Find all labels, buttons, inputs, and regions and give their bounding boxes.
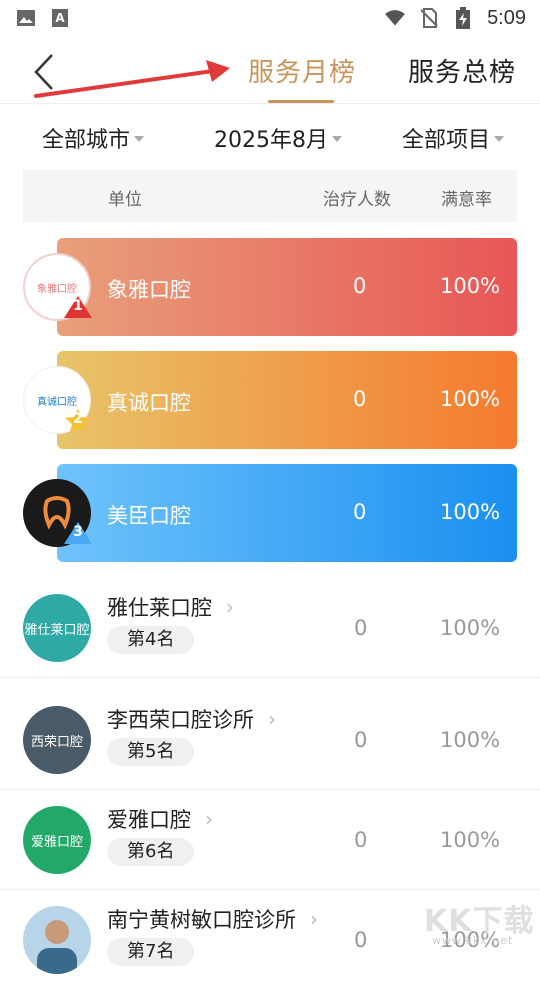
chevron-right-icon: › (205, 807, 213, 831)
clinic-name: 真诚口腔 (107, 391, 191, 415)
wifi-icon (385, 8, 406, 28)
clinic-name-wrap: 李西荣口腔诊所 › (107, 704, 276, 734)
column-header-unit: 单位 (108, 190, 142, 210)
rank-pill: 第4名 (107, 626, 195, 654)
tab-total-ranking[interactable]: 服务总榜 (408, 52, 516, 89)
filter-bar: 全部城市 2025年8月 全部项目 (0, 112, 540, 162)
no-sim-icon (419, 8, 439, 28)
clinic-avatar: 爱雅口腔 (23, 806, 91, 874)
satisfaction-rate: 100% (440, 728, 501, 752)
column-header-rate: 满意率 (441, 190, 492, 210)
treatment-count: 0 (354, 616, 368, 640)
rank-badge: 3 (63, 521, 93, 545)
rank-number: 3 (73, 524, 83, 540)
annotation-arrow-icon (34, 60, 230, 98)
avatar: 雅仕莱口腔 (23, 594, 91, 662)
avatar: 爱雅口腔 (23, 806, 91, 874)
satisfaction-rate: 100% (440, 828, 501, 852)
rank-number: 2 (73, 411, 83, 427)
list-item[interactable]: 爱雅口腔 爱雅口腔 › 第6名 0 100% (0, 790, 540, 890)
clinic-name: 象雅口腔 (107, 278, 191, 302)
avatar-text: 雅仕莱口腔 (24, 622, 90, 638)
treatment-count: 0 (354, 728, 368, 752)
clinic-name: 美臣口腔 (107, 504, 191, 528)
clinic-name-wrap: 爱雅口腔 › (107, 804, 213, 834)
satisfaction-rate: 100% (440, 616, 501, 640)
satisfaction-rate: 100% (440, 274, 501, 298)
avatar-text: 西荣口腔 (30, 734, 83, 750)
treatment-count: 0 (354, 828, 368, 852)
clinic-avatar: 西荣口腔 (23, 706, 91, 774)
city-filter-label: 全部城市 (42, 128, 131, 153)
clinic-name: 李西荣口腔诊所 (107, 708, 254, 732)
project-filter-label: 全部项目 (402, 128, 491, 153)
avatar-text: 真诚口腔 (37, 396, 77, 408)
clinic-name: 爱雅口腔 (107, 808, 191, 832)
avatar-text: 象雅口腔 (37, 283, 77, 295)
table-header: 单位 治疗人数 满意率 (23, 170, 517, 222)
caret-down-icon (134, 136, 145, 142)
a-keyboard-icon: A (50, 8, 70, 28)
clinic-name-wrap: 雅仕莱口腔 › (107, 592, 234, 622)
clinic-name-wrap: 南宁黄树敏口腔诊所 › (107, 904, 318, 934)
month-filter-label: 2025年8月 (214, 128, 328, 153)
person-photo-icon (37, 920, 77, 974)
watermark: KK下载 www.kkx.net (424, 896, 535, 947)
chevron-right-icon: › (268, 707, 276, 731)
caret-down-icon (332, 136, 342, 142)
satisfaction-rate: 100% (440, 387, 501, 411)
avatar: 西荣口腔 (23, 706, 91, 774)
treatment-count: 0 (353, 274, 367, 298)
rank-pill: 第6名 (107, 838, 195, 866)
clinic-avatar: 雅仕莱口腔 (23, 594, 91, 662)
rank-badge: 1 (63, 295, 93, 319)
list-item[interactable]: 雅仕莱口腔 雅仕莱口腔 › 第4名 0 100% (0, 578, 540, 678)
tab-monthly-ranking[interactable]: 服务月榜 (248, 52, 356, 89)
status-bar: A 5:09 (0, 0, 540, 36)
clinic-avatar (23, 906, 91, 974)
city-filter-dropdown[interactable]: 全部城市 (42, 122, 145, 154)
avatar-text: 爱雅口腔 (30, 834, 83, 850)
treatment-count: 0 (353, 387, 367, 411)
rank-pill: 第5名 (107, 738, 195, 766)
battery-charging-icon (453, 7, 473, 29)
chevron-right-icon: › (310, 907, 318, 931)
avatar (23, 906, 91, 974)
active-tab-indicator (268, 100, 334, 103)
clinic-name: 南宁黄树敏口腔诊所 (107, 908, 296, 932)
rank-badge: 2 (63, 408, 93, 432)
satisfaction-rate: 100% (440, 500, 501, 524)
caret-down-icon (494, 136, 505, 142)
status-time: 5:09 (487, 6, 526, 29)
watermark-url: www.kkx.net (432, 934, 514, 947)
clinic-name: 雅仕莱口腔 (107, 596, 212, 620)
clinic-avatar: 3 (23, 479, 93, 547)
top-rank-card-1[interactable]: 象雅口腔 0 100% (57, 238, 517, 336)
image-icon (16, 8, 36, 28)
clinic-avatar: 象雅口腔 1 (23, 253, 93, 321)
treatment-count: 0 (354, 928, 368, 952)
list-item[interactable]: 西荣口腔 李西荣口腔诊所 › 第5名 0 100% (0, 690, 540, 790)
rank-pill: 第7名 (107, 938, 195, 966)
top-rank-card-3[interactable]: 美臣口腔 0 100% (57, 464, 517, 562)
project-filter-dropdown[interactable]: 全部项目 (402, 122, 505, 154)
rank-number: 1 (73, 298, 83, 314)
chevron-right-icon: › (226, 595, 234, 619)
treatment-count: 0 (353, 500, 367, 524)
top-rank-card-2[interactable]: 真诚口腔 0 100% (57, 351, 517, 449)
month-filter-dropdown[interactable]: 2025年8月 (214, 122, 342, 154)
column-header-count: 治疗人数 (323, 190, 391, 210)
clinic-avatar: 真诚口腔 2 (23, 366, 91, 434)
svg-text:A: A (55, 11, 65, 25)
